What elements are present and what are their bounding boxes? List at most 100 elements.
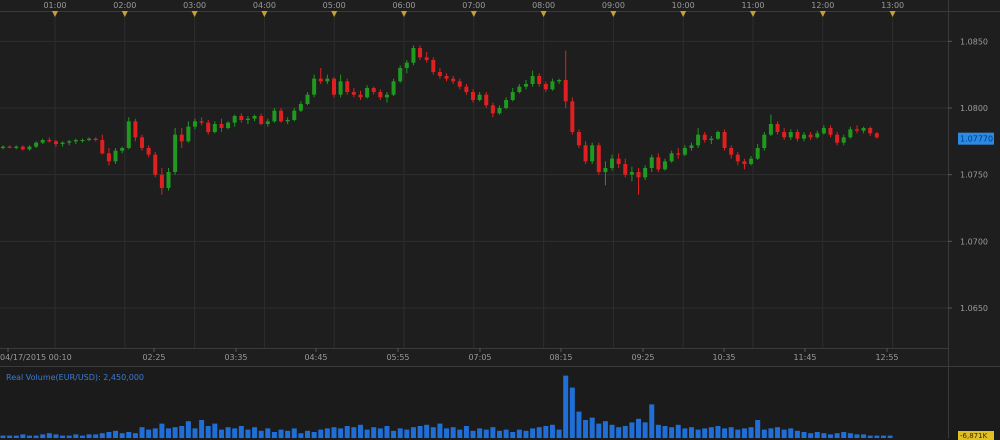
volume-bar: [7, 435, 13, 438]
candle-body: [649, 157, 654, 168]
candle-body: [471, 92, 476, 100]
candle-body: [815, 133, 820, 138]
candle-body: [722, 132, 727, 148]
candle-body: [384, 94, 389, 98]
volume-bar: [821, 433, 827, 438]
volume-bar: [622, 426, 628, 438]
candle-body: [173, 134, 178, 172]
candle-up: [126, 117, 131, 150]
volume-bar: [728, 427, 734, 438]
candle-body: [272, 110, 277, 122]
candle-body: [874, 133, 879, 138]
volume-bar: [735, 429, 741, 438]
price-tick-label: 1.0750: [960, 171, 988, 180]
volume-bar: [722, 428, 728, 438]
volume-bar: [675, 424, 681, 438]
volume-bar: [351, 427, 357, 438]
price-tick-label: 1.0850: [960, 37, 988, 46]
volume-bar: [781, 429, 787, 438]
candle-body: [530, 76, 535, 84]
volume-bar: [13, 435, 19, 438]
volume-bar: [338, 428, 344, 438]
volume-bar: [33, 435, 39, 438]
volume-bar: [119, 433, 125, 438]
top-time-label: 06:00: [392, 1, 415, 10]
candle-body: [570, 101, 575, 132]
candle-body: [338, 81, 343, 95]
candle-body: [583, 145, 588, 162]
bottom-time-label: 11:45: [793, 353, 816, 362]
volume-bar: [218, 429, 224, 438]
candle-body: [345, 81, 350, 92]
candle-body: [93, 138, 98, 140]
volume-bar: [66, 435, 72, 438]
top-time-label: 10:00: [672, 1, 695, 10]
volume-bar: [40, 434, 46, 438]
candle-body: [404, 62, 409, 68]
volume-bar: [357, 424, 363, 438]
volume-bar: [265, 428, 271, 438]
candle-body: [828, 128, 833, 135]
volume-bar: [874, 435, 880, 438]
volume-bar: [159, 423, 165, 438]
volume-bar: [616, 427, 622, 438]
volume-bar: [530, 428, 536, 438]
volume-bar: [741, 428, 747, 438]
volume-bar: [715, 426, 721, 438]
top-time-label: 05:00: [323, 1, 346, 10]
volume-bar: [794, 430, 800, 438]
candle-body: [126, 121, 131, 148]
candle-body: [67, 141, 72, 143]
candle-body: [60, 142, 65, 144]
candle-body: [590, 145, 595, 162]
volume-bar: [152, 428, 158, 438]
candle-body: [616, 158, 621, 164]
volume-bar: [146, 429, 152, 438]
volume-bar: [788, 428, 794, 438]
candle-body: [676, 153, 681, 155]
top-time-label: 08:00: [532, 1, 555, 10]
candle-body: [232, 116, 237, 123]
volume-bar: [463, 426, 469, 438]
volume-bar: [437, 423, 443, 438]
candle-body: [279, 110, 284, 122]
volume-bar: [563, 375, 569, 438]
price-tick-label: 1.0700: [960, 237, 988, 246]
candle-down: [332, 77, 336, 98]
candle-body: [444, 76, 449, 79]
candle-down: [576, 129, 581, 148]
volume-bar: [669, 427, 675, 438]
volume-bar: [126, 432, 132, 438]
volume-bar: [212, 423, 218, 438]
volume-bar: [232, 428, 238, 438]
volume-bar: [324, 428, 330, 438]
volume-bar: [132, 433, 138, 438]
candle-body: [550, 81, 555, 90]
candle-body: [27, 146, 32, 150]
candle-body: [424, 57, 429, 60]
top-time-label: 01:00: [43, 1, 66, 10]
volume-bar: [470, 430, 476, 438]
candle-body: [749, 158, 754, 164]
volume-bar: [497, 430, 502, 438]
top-time-label: 07:00: [462, 1, 485, 10]
candle-body: [34, 142, 39, 147]
volume-bar: [417, 426, 423, 438]
volume-bar: [205, 426, 211, 438]
volume-bar: [258, 430, 264, 438]
volume-bar: [516, 429, 522, 438]
volume-bar: [225, 427, 231, 438]
candle-body: [490, 105, 495, 114]
candle-body: [510, 92, 515, 100]
volume-bar: [841, 432, 847, 438]
top-time-label: 04:00: [253, 1, 276, 10]
candle-body: [497, 108, 502, 114]
top-time-label: 09:00: [602, 1, 625, 10]
candle-body: [762, 134, 767, 148]
volume-bar: [477, 428, 483, 438]
volume-bar: [424, 424, 430, 438]
bottom-time-label: 03:35: [224, 353, 247, 362]
candle-body: [437, 72, 442, 76]
candle-down: [570, 97, 575, 135]
candle-up: [590, 142, 595, 164]
